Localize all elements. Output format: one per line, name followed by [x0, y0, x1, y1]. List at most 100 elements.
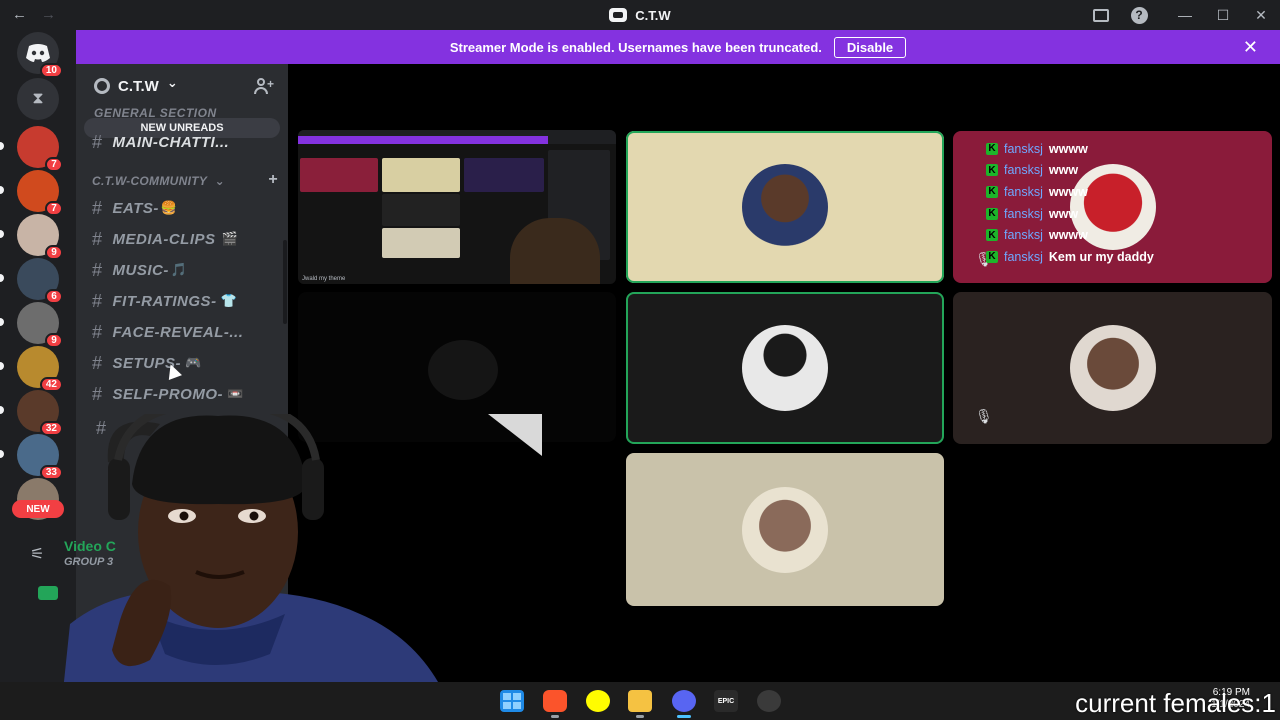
video-tile-user-5[interactable]: 🎙: [953, 292, 1272, 444]
unread-pill: [0, 362, 4, 370]
share-caption: Jwald my theme: [302, 276, 346, 282]
hourglass-icon: ⧗: [32, 90, 44, 107]
video-tile-user-1[interactable]: [626, 131, 944, 283]
chat-message: Kfansksj wwww: [986, 138, 1154, 160]
gear-icon: [94, 78, 110, 94]
video-tile-user-3[interactable]: [626, 453, 944, 606]
hourglass-button[interactable]: ⧗: [17, 78, 59, 120]
burger-icon: 🍔: [160, 200, 178, 215]
hash-icon: #: [92, 290, 103, 311]
invite-people-button[interactable]: +: [254, 77, 274, 95]
chat-text: wwww: [1048, 228, 1088, 243]
home-button[interactable]: 10: [17, 32, 63, 78]
category-name: C.T.W-COMMUNITY: [92, 174, 207, 188]
avatar: [742, 164, 828, 250]
server-icon[interactable]: 9: [17, 302, 63, 348]
inbox-icon: [1093, 8, 1109, 22]
help-icon: ?: [1130, 6, 1148, 24]
unread-pill: [0, 406, 4, 414]
server-icon[interactable]: 7: [17, 170, 63, 216]
chat-username: fansksj: [1004, 249, 1043, 264]
discord-taskbar-icon[interactable]: [672, 690, 696, 718]
server-icon[interactable]: 9: [17, 214, 63, 260]
chat-message: Kfansksj Kem ur my daddy: [986, 246, 1154, 268]
kick-icon: K: [986, 185, 998, 198]
tape-icon: 📼: [227, 386, 244, 401]
banner-message: Streamer Mode is enabled. Usernames have…: [449, 39, 822, 55]
screen-share-tile[interactable]: Jwald my theme: [298, 130, 616, 284]
channel-media-clips[interactable]: # MEDIA-CLIPS 🎬: [92, 225, 238, 253]
inbox-button[interactable]: [1082, 0, 1120, 30]
channel-fit-ratings[interactable]: # FIT-RATINGS- 👕: [92, 287, 237, 315]
channel-self-promo[interactable]: # SELF-PROMO- 📼: [92, 380, 244, 408]
epic-games-icon[interactable]: EPIC: [714, 690, 738, 712]
avatar: [1069, 325, 1156, 411]
nav-buttons: ← →: [12, 6, 56, 23]
server-badge: 7: [45, 201, 63, 216]
server-icon[interactable]: 7: [17, 126, 63, 172]
channel-name: FACE-REVEAL-...: [112, 323, 244, 341]
banner-close-button[interactable]: ✕: [1243, 37, 1258, 58]
help-button[interactable]: ?: [1120, 0, 1158, 30]
windows-start-button[interactable]: [500, 690, 524, 712]
channel-name: MUSIC-: [112, 261, 169, 279]
hash-icon: #: [92, 131, 103, 152]
hash-icon: #: [96, 418, 107, 438]
snapchat-icon[interactable]: [586, 690, 610, 712]
person-icon: [257, 78, 265, 86]
streamer-webcam-image: [60, 414, 455, 720]
stream-caption-overlay: current females:1: [1075, 688, 1276, 718]
title-bar: ← → C.T.W ? — ☐ ✕: [0, 0, 1280, 30]
brave-browser-icon[interactable]: [543, 690, 567, 718]
unread-pill: [0, 142, 4, 150]
channel-eats[interactable]: # EATS- 🍔: [92, 194, 178, 222]
kick-icon: K: [986, 142, 998, 155]
chat-username: fansksj: [1004, 141, 1043, 156]
music-note-icon: 🎵: [170, 262, 188, 277]
close-window-button[interactable]: ✕: [1242, 0, 1280, 30]
chevron-down-icon: ⌄: [214, 174, 225, 188]
hash-icon: #: [92, 383, 103, 404]
avatar: [742, 486, 828, 573]
hash-icon: #: [92, 352, 103, 373]
title-bar-controls: ? — ☐ ✕: [1082, 0, 1280, 30]
unread-pill: [0, 318, 4, 326]
channel-setups[interactable]: # SETUPS- 🎮: [92, 349, 202, 377]
chat-text: Kem ur my daddy: [1048, 249, 1154, 264]
unread-pill: [0, 274, 4, 282]
disable-streamer-mode-button[interactable]: Disable: [833, 36, 907, 58]
forward-button[interactable]: →: [41, 6, 56, 23]
server-icon[interactable]: 6: [17, 258, 63, 304]
video-tile-user-2[interactable]: [626, 292, 944, 444]
channel-music[interactable]: # MUSIC- 🎵: [92, 256, 188, 284]
sidebar-scrollbar[interactable]: [283, 240, 287, 324]
server-badge: 6: [45, 289, 63, 304]
kick-icon: K: [986, 164, 998, 177]
channel-face-reveal[interactable]: # FACE-REVEAL-...: [92, 318, 243, 346]
obs-icon[interactable]: [757, 690, 781, 712]
server-badge: 7: [45, 157, 63, 172]
chat-username: fansksj: [1004, 184, 1043, 199]
category-ctw-community[interactable]: C.T.W-COMMUNITY ⌄ +: [92, 171, 278, 188]
file-explorer-icon[interactable]: [628, 690, 652, 718]
chat-text: wwww: [1048, 184, 1088, 199]
chevron-down-icon: ⌄: [166, 75, 178, 90]
muted-mic-icon: 🎙: [975, 408, 993, 424]
chat-text: www: [1048, 163, 1079, 178]
discord-logo-icon: [26, 44, 50, 62]
server-icon[interactable]: 42: [17, 346, 63, 392]
kick-icon: K: [986, 250, 998, 263]
chat-text: wwww: [1048, 141, 1088, 156]
minimize-button[interactable]: —: [1166, 0, 1204, 30]
create-channel-button[interactable]: +: [268, 171, 278, 189]
chat-message: Kfansksj wwww: [986, 224, 1154, 246]
kick-icon: K: [986, 229, 998, 242]
chat-message: Kfansksj www: [986, 203, 1154, 225]
hash-icon: #: [92, 321, 103, 342]
channel-name: EATS-: [112, 199, 159, 217]
channel-main-chatting[interactable]: # MAIN-CHATTI...: [92, 128, 229, 156]
maximize-button[interactable]: ☐: [1204, 0, 1242, 30]
chat-overlay: Kfansksj wwww Kfansksj www Kfansksj wwww Kf…: [986, 138, 1154, 268]
kick-icon: K: [986, 207, 998, 220]
back-button[interactable]: ←: [12, 6, 27, 23]
